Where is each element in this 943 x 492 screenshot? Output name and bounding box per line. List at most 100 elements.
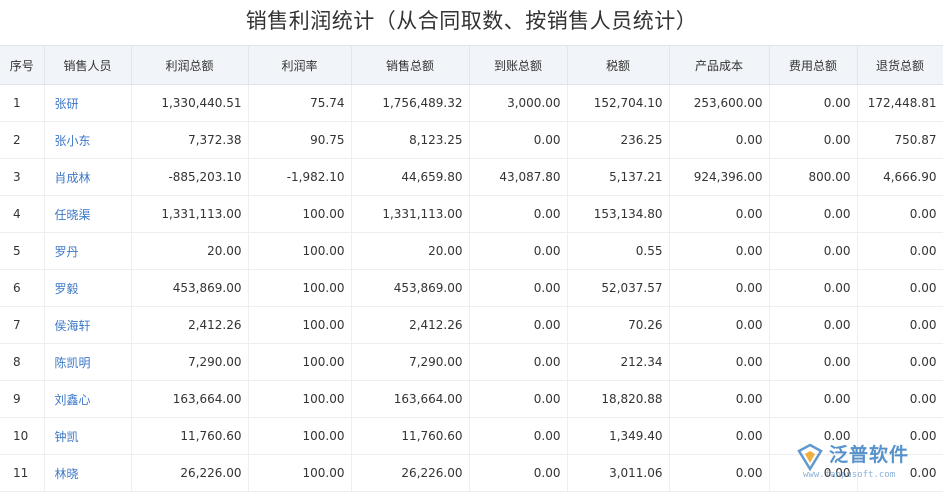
cell-product-cost: 0.00 — [669, 232, 770, 270]
table-row[interactable]: 8 陈凯明 7,290.00 100.00 7,290.00 0.00 212.34 0.00… — [0, 343, 943, 381]
cell-total-received: 0.00 — [469, 306, 568, 344]
table-row[interactable]: 11 林晓 26,226.00 100.00 26,226.00 0.00 3,011.06… — [0, 454, 943, 492]
cell-total-profit: 1,331,113.00 — [131, 195, 249, 233]
cell-index: 3 — [0, 158, 45, 196]
cell-index: 8 — [0, 343, 45, 381]
cell-tax-amount: 212.34 — [567, 343, 670, 381]
cell-tax-amount: 70.26 — [567, 306, 670, 344]
salesperson-link[interactable]: 林晓 — [55, 467, 79, 481]
cell-profit-rate: 100.00 — [248, 195, 352, 233]
cell-tax-amount: 152,704.10 — [567, 84, 670, 122]
cell-total-expense: 0.00 — [769, 195, 858, 233]
cell-total-returns: 0.00 — [857, 454, 943, 492]
cell-profit-rate: 100.00 — [248, 232, 352, 270]
table-row[interactable]: 9 刘鑫心 163,664.00 100.00 163,664.00 0.00 18,820… — [0, 380, 943, 418]
cell-product-cost: 0.00 — [669, 417, 770, 455]
cell-total-sales: 453,869.00 — [351, 269, 470, 307]
column-header-tax-amount[interactable]: 税额 — [567, 45, 670, 85]
cell-salesperson: 侯海轩 — [44, 306, 132, 344]
cell-total-expense: 0.00 — [769, 380, 858, 418]
salesperson-link[interactable]: 肖成林 — [55, 171, 91, 185]
salesperson-link[interactable]: 刘鑫心 — [55, 393, 91, 407]
table-row[interactable]: 6 罗毅 453,869.00 100.00 453,869.00 0.00 52,037.… — [0, 269, 943, 307]
table-body: 1 张研 1,330,440.51 75.74 1,756,489.32 3,000.00… — [0, 84, 943, 492]
cell-total-received: 0.00 — [469, 121, 568, 159]
cell-product-cost: 0.00 — [669, 195, 770, 233]
cell-profit-rate: 100.00 — [248, 454, 352, 492]
cell-tax-amount: 236.25 — [567, 121, 670, 159]
cell-salesperson: 刘鑫心 — [44, 380, 132, 418]
cell-total-expense: 0.00 — [769, 84, 858, 122]
cell-total-profit: 163,664.00 — [131, 380, 249, 418]
cell-total-expense: 0.00 — [769, 269, 858, 307]
cell-tax-amount: 153,134.80 — [567, 195, 670, 233]
column-header-total-sales[interactable]: 销售总额 — [351, 45, 470, 85]
column-header-total-returns[interactable]: 退货总额 — [857, 45, 943, 85]
table-row[interactable]: 4 任晓渠 1,331,113.00 100.00 1,331,113.00 0.00 15… — [0, 195, 943, 233]
cell-total-sales: 44,659.80 — [351, 158, 470, 196]
cell-index: 10 — [0, 417, 45, 455]
cell-total-returns: 0.00 — [857, 269, 943, 307]
cell-index: 7 — [0, 306, 45, 344]
cell-total-returns: 4,666.90 — [857, 158, 943, 196]
table-row[interactable]: 7 侯海轩 2,412.26 100.00 2,412.26 0.00 70.26 0.00 0… — [0, 306, 943, 344]
table-row[interactable]: 5 罗丹 20.00 100.00 20.00 0.00 0.55 0.00 0.00 0.00 — [0, 232, 943, 270]
column-header-total-received[interactable]: 到账总额 — [469, 45, 568, 85]
cell-profit-rate: 100.00 — [248, 417, 352, 455]
cell-profit-rate: 100.00 — [248, 269, 352, 307]
column-header-total-profit[interactable]: 利润总额 — [131, 45, 249, 85]
table-row[interactable]: 1 张研 1,330,440.51 75.74 1,756,489.32 3,000.00… — [0, 84, 943, 122]
cell-tax-amount: 3,011.06 — [567, 454, 670, 492]
cell-total-expense: 800.00 — [769, 158, 858, 196]
cell-total-profit: 20.00 — [131, 232, 249, 270]
cell-profit-rate: 100.00 — [248, 380, 352, 418]
cell-total-received: 0.00 — [469, 454, 568, 492]
cell-total-sales: 163,664.00 — [351, 380, 470, 418]
column-header-salesperson[interactable]: 销售人员 — [44, 45, 132, 85]
cell-total-returns: 0.00 — [857, 417, 943, 455]
cell-index: 5 — [0, 232, 45, 270]
cell-total-profit: 11,760.60 — [131, 417, 249, 455]
salesperson-link[interactable]: 罗毅 — [55, 282, 79, 296]
cell-total-expense: 0.00 — [769, 232, 858, 270]
salesperson-link[interactable]: 张研 — [55, 97, 79, 111]
cell-profit-rate: 75.74 — [248, 84, 352, 122]
cell-index: 4 — [0, 195, 45, 233]
cell-total-profit: 26,226.00 — [131, 454, 249, 492]
column-header-total-expense[interactable]: 费用总额 — [769, 45, 858, 85]
salesperson-link[interactable]: 任晓渠 — [55, 208, 91, 222]
cell-total-profit: 2,412.26 — [131, 306, 249, 344]
cell-total-profit: 7,372.38 — [131, 121, 249, 159]
cell-tax-amount: 0.55 — [567, 232, 670, 270]
cell-index: 1 — [0, 84, 45, 122]
salesperson-link[interactable]: 张小东 — [55, 134, 91, 148]
table-row[interactable]: 10 钟凯 11,760.60 100.00 11,760.60 0.00 1,349.40… — [0, 417, 943, 455]
table-row[interactable]: 2 张小东 7,372.38 90.75 8,123.25 0.00 236.25 0.00 0… — [0, 121, 943, 159]
cell-total-received: 0.00 — [469, 232, 568, 270]
table-row[interactable]: 3 肖成林 -885,203.10 -1,982.10 44,659.80 43,087.… — [0, 158, 943, 196]
cell-tax-amount: 52,037.57 — [567, 269, 670, 307]
cell-total-returns: 0.00 — [857, 232, 943, 270]
table-header-row: 序号 销售人员 利润总额 利润率 销售总额 到账总额 税额 产品成本 费用总额 … — [0, 45, 943, 85]
column-header-profit-rate[interactable]: 利润率 — [248, 45, 352, 85]
column-header-product-cost[interactable]: 产品成本 — [669, 45, 770, 85]
cell-salesperson: 罗毅 — [44, 269, 132, 307]
salesperson-link[interactable]: 侯海轩 — [55, 319, 91, 333]
cell-total-profit: 1,330,440.51 — [131, 84, 249, 122]
cell-tax-amount: 5,137.21 — [567, 158, 670, 196]
cell-total-sales: 20.00 — [351, 232, 470, 270]
cell-total-received: 0.00 — [469, 195, 568, 233]
cell-profit-rate: -1,982.10 — [248, 158, 352, 196]
cell-index: 11 — [0, 454, 45, 492]
cell-product-cost: 0.00 — [669, 454, 770, 492]
cell-total-received: 0.00 — [469, 343, 568, 381]
salesperson-link[interactable]: 钟凯 — [55, 430, 79, 444]
cell-total-received: 43,087.80 — [469, 158, 568, 196]
salesperson-link[interactable]: 罗丹 — [55, 245, 79, 259]
salesperson-link[interactable]: 陈凯明 — [55, 356, 91, 370]
cell-total-profit: -885,203.10 — [131, 158, 249, 196]
cell-product-cost: 253,600.00 — [669, 84, 770, 122]
cell-total-sales: 7,290.00 — [351, 343, 470, 381]
cell-product-cost: 924,396.00 — [669, 158, 770, 196]
column-header-index[interactable]: 序号 — [0, 45, 45, 85]
